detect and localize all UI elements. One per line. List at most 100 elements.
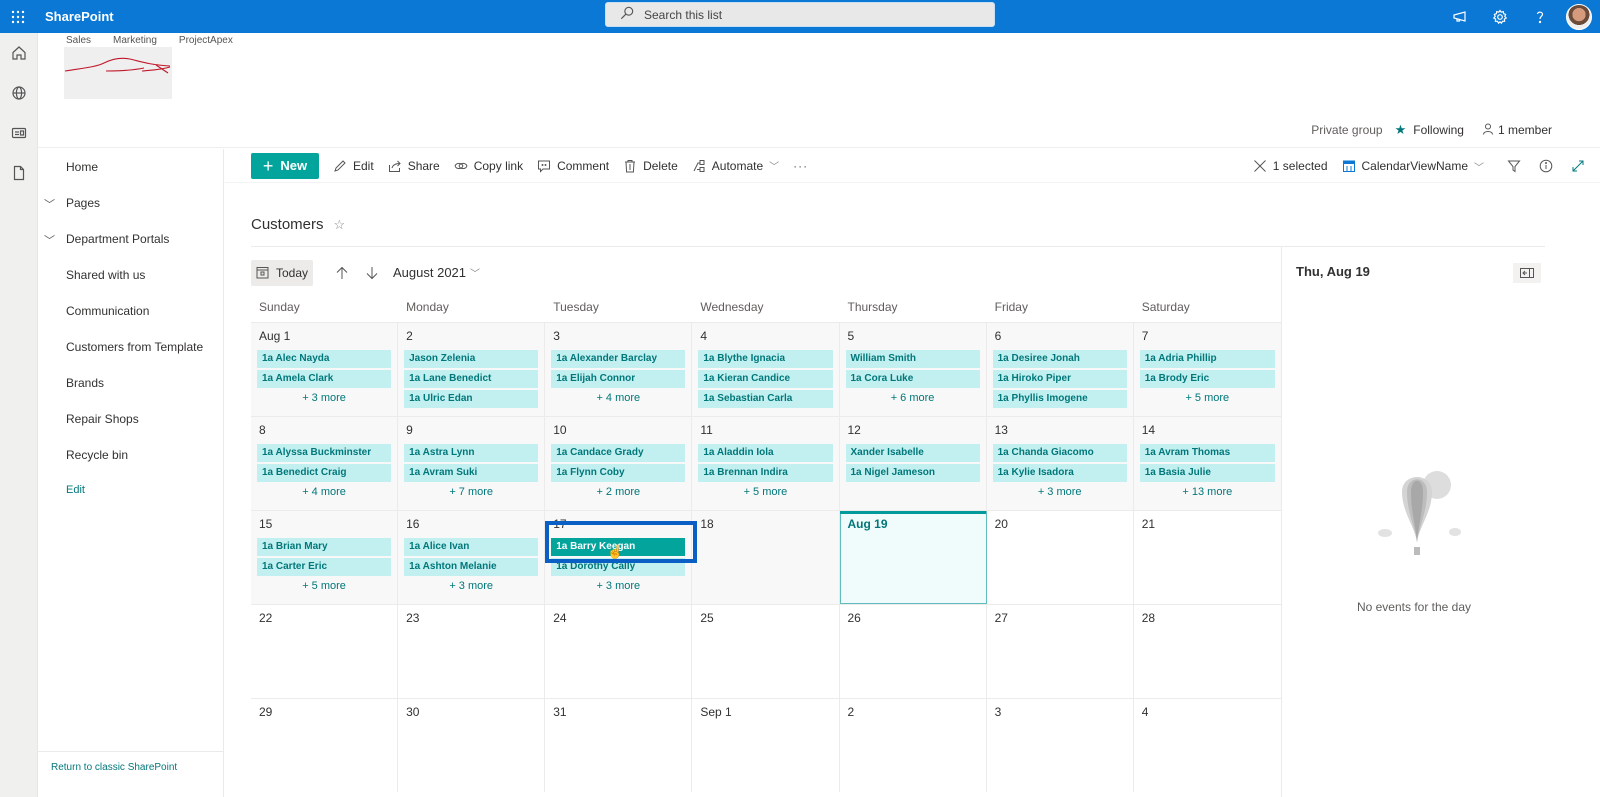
calendar-day-cell[interactable]: 23 (398, 605, 546, 698)
nav-item-pages[interactable]: ﹀ Pages (44, 196, 100, 211)
calendar-day-cell[interactable]: 9 1a Astra Lynn 1a Avram Suki + 7 more (398, 417, 546, 510)
calendar-event[interactable]: 1a Aladdin Iola (698, 444, 833, 462)
edit-button[interactable]: Edit (333, 159, 374, 173)
nav-item-communication[interactable]: Communication (66, 304, 149, 318)
more-events-link[interactable]: + 4 more (257, 484, 391, 502)
share-button[interactable]: Share (388, 159, 440, 173)
clear-selection-button[interactable]: 1 selected (1253, 159, 1328, 173)
calendar-event[interactable]: 1a Candace Grady (551, 444, 686, 462)
nav-item-department-portals[interactable]: ﹀ Department Portals (44, 232, 169, 247)
expand-icon[interactable] (1562, 159, 1594, 173)
calendar-event[interactable]: Jason Zelenia (404, 350, 539, 368)
calendar-event[interactable]: 1a Astra Lynn (404, 444, 539, 462)
favorite-star-icon[interactable]: ☆ (334, 217, 346, 233)
calendar-event[interactable]: 1a Basia Julie (1139, 464, 1275, 482)
megaphone-icon[interactable] (1440, 0, 1480, 33)
collapse-panel-button[interactable] (1513, 263, 1541, 283)
calendar-day-cell[interactable]: 29 (251, 699, 399, 792)
avatar[interactable] (1566, 3, 1592, 30)
calendar-event[interactable]: 1a Blythe Ignacia (698, 350, 833, 368)
calendar-event[interactable]: 1a Hiroko Piper (992, 370, 1127, 388)
globe-icon[interactable] (0, 73, 38, 113)
calendar-day-cell[interactable]: 2 Jason Zelenia 1a Lane Benedict 1a Ulric E… (398, 323, 546, 416)
calendar-day-cell[interactable]: 27 (987, 605, 1134, 698)
calendar-event[interactable]: William Smith (845, 350, 980, 368)
calendar-event[interactable]: 1a Alyssa Buckminster (257, 444, 392, 462)
automate-button[interactable]: Automate ﹀ (692, 158, 779, 173)
calendar-event[interactable]: 1a Alec Nayda (257, 350, 392, 368)
hub-link-marketing[interactable]: Marketing (113, 35, 157, 46)
more-events-link[interactable]: + 3 more (404, 578, 538, 596)
calendar-day-cell[interactable]: 16 1a Alice Ivan 1a Ashton Melanie + 3 more (398, 511, 546, 604)
nav-item-customers-from-template[interactable]: Customers from Template (66, 340, 203, 354)
calendar-event[interactable]: 1a Avram Suki (404, 464, 539, 482)
calendar-day-cell[interactable]: 3 (987, 699, 1134, 792)
today-button[interactable]: Today (251, 259, 313, 286)
calendar-event[interactable]: 1a Elijah Connor (551, 370, 686, 388)
calendar-day-cell[interactable]: 8 1a Alyssa Buckminster 1a Benedict Craig +… (251, 417, 399, 510)
info-icon[interactable] (1530, 159, 1562, 173)
new-button[interactable]: + New (251, 152, 319, 179)
calendar-day-cell[interactable]: 4 1a Blythe Ignacia 1a Kieran Candice 1a Se… (692, 323, 840, 416)
more-events-link[interactable]: + 5 more (698, 484, 832, 502)
comment-button[interactable]: Comment (537, 159, 609, 173)
gear-icon[interactable] (1480, 0, 1520, 33)
calendar-event[interactable]: 1a Chanda Giacomo (992, 444, 1127, 462)
nav-item-home[interactable]: Home (66, 160, 98, 174)
chevron-down-icon[interactable]: ﹀ (44, 232, 55, 248)
help-icon[interactable] (1520, 0, 1560, 33)
calendar-event[interactable]: 1a Ulric Edan (404, 390, 539, 408)
news-icon[interactable] (0, 113, 38, 153)
calendar-day-cell[interactable]: 5 William Smith 1a Cora Luke + 6 more (839, 323, 987, 416)
calendar-event[interactable]: 1a Alice Ivan (404, 538, 539, 556)
calendar-day-cell[interactable]: 21 (1134, 511, 1281, 604)
nav-edit-link[interactable]: Edit (66, 484, 85, 496)
calendar-event[interactable]: 1a Brennan Indira (698, 464, 833, 482)
calendar-event[interactable]: 1a Desiree Jonah (992, 350, 1127, 368)
calendar-event[interactable]: 1a Avram Thomas (1139, 444, 1275, 462)
waffle-icon[interactable] (0, 0, 36, 33)
calendar-day-cell[interactable]: 15 1a Brian Mary 1a Carter Eric + 5 more (251, 511, 399, 604)
calendar-day-cell[interactable]: 4 (1134, 699, 1281, 792)
calendar-event-selected[interactable]: 1a Barry Keegan (551, 538, 686, 556)
calendar-event[interactable]: Xander Isabelle (845, 444, 980, 462)
more-events-link[interactable]: + 6 more (846, 390, 980, 408)
calendar-event[interactable]: 1a Cora Luke (845, 370, 980, 388)
month-picker[interactable]: August 2021 ﹀ (393, 265, 480, 280)
calendar-event[interactable]: 1a Dorothy Cally (551, 558, 686, 576)
more-events-link[interactable]: + 3 more (257, 390, 391, 408)
calendar-day-cell[interactable]: 25 (692, 605, 840, 698)
calendar-day-cell[interactable]: 6 1a Desiree Jonah 1a Hiroko Piper 1a Phyll… (986, 323, 1134, 416)
calendar-day-cell[interactable]: 31 (545, 699, 693, 792)
calendar-event[interactable]: 1a Phyllis Imogene (992, 390, 1127, 408)
calendar-day-cell[interactable]: 17 1a Barry Keegan 1a Dorothy Cally + 3 mor… (545, 511, 693, 604)
chevron-down-icon[interactable]: ﹀ (44, 196, 55, 212)
calendar-day-cell[interactable]: 20 (987, 511, 1134, 604)
calendar-day-cell[interactable]: 28 (1134, 605, 1281, 698)
view-switcher[interactable]: CalendarViewName ﹀ (1342, 159, 1484, 174)
calendar-event[interactable]: 1a Sebastian Carla (698, 390, 833, 408)
previous-month-button[interactable] (327, 260, 357, 286)
calendar-event[interactable]: 1a Lane Benedict (404, 370, 539, 388)
calendar-day-cell[interactable]: 7 1a Adria Phillip 1a Brody Eric + 5 more (1133, 323, 1281, 416)
calendar-day-cell[interactable]: 12 Xander Isabelle 1a Nigel Jameson (839, 417, 987, 510)
nav-item-brands[interactable]: Brands (66, 376, 104, 390)
nav-item-recycle-bin[interactable]: Recycle bin (66, 448, 128, 462)
return-to-classic-link[interactable]: Return to classic SharePoint (38, 751, 224, 797)
calendar-day-cell[interactable]: 13 1a Chanda Giacomo 1a Kylie Isadora + 3 m… (986, 417, 1134, 510)
calendar-day-cell[interactable]: Aug 1 1a Alec Nayda 1a Amela Clark + 3 more (251, 323, 399, 416)
home-icon[interactable] (0, 33, 38, 73)
members-button[interactable]: 1 member (1482, 123, 1552, 138)
hub-link-sales[interactable]: Sales (66, 35, 91, 46)
calendar-day-cell[interactable]: 26 (840, 605, 987, 698)
calendar-event[interactable]: 1a Ashton Melanie (404, 558, 539, 576)
nav-item-shared-with-us[interactable]: Shared with us (66, 268, 145, 282)
calendar-day-cell-today[interactable]: Aug 19 (839, 511, 987, 604)
calendar-day-cell[interactable]: 24 (545, 605, 693, 698)
calendar-event[interactable]: 1a Kieran Candice (698, 370, 833, 388)
document-icon[interactable] (0, 153, 38, 193)
next-month-button[interactable] (357, 260, 387, 286)
more-events-link[interactable]: + 3 more (993, 484, 1127, 502)
hub-link-projectapex[interactable]: ProjectApex (179, 35, 233, 46)
calendar-day-cell[interactable]: 2 (840, 699, 987, 792)
